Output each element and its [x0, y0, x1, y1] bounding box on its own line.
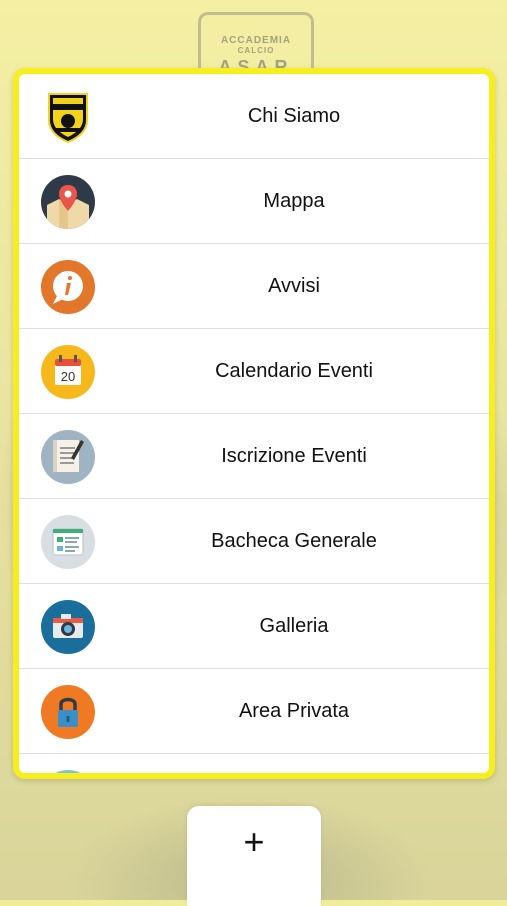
menu-item-partial[interactable] [19, 754, 489, 773]
menu-item-avvisi[interactable]: Avvisi [19, 244, 489, 329]
menu-item-label: Avvisi [268, 274, 320, 297]
menu-item-label: Iscrizione Eventi [221, 444, 367, 467]
menu-item-label: Area Privata [238, 699, 350, 722]
menu-item-label: Mappa [263, 189, 325, 212]
lock-icon [41, 685, 95, 739]
menu-item-label: Galleria [259, 614, 329, 637]
plus-icon: + [243, 821, 265, 862]
club-logo-icon [41, 90, 95, 144]
camera-icon [41, 600, 95, 654]
menu-item-galleria[interactable]: Galleria [19, 584, 489, 669]
menu-item-chi-siamo[interactable]: Chi Siamo [19, 74, 489, 159]
calendar-icon: 20 [41, 345, 95, 399]
map-pin-icon [41, 175, 95, 229]
info-bubble-icon [41, 260, 95, 314]
add-button[interactable]: + [187, 806, 321, 906]
menu-item-bacheca-generale[interactable]: Bacheca Generale [19, 499, 489, 584]
menu-item-label: Calendario Eventi [215, 359, 373, 382]
partial-icon [41, 770, 95, 773]
board-icon [41, 515, 95, 569]
menu-panel: Chi Siamo Mappa Avvisi 20 Calendario Eve… [13, 68, 495, 779]
crest-line2: CALCIO [237, 46, 275, 55]
menu-item-area-privata[interactable]: Area Privata [19, 669, 489, 754]
crest-line1: ACCADEMIA [220, 35, 292, 46]
menu-item-label: Bacheca Generale [211, 529, 377, 552]
document-pen-icon [41, 430, 95, 484]
calendar-day-text: 20 [61, 369, 75, 384]
menu-item-calendario-eventi[interactable]: 20 Calendario Eventi [19, 329, 489, 414]
menu-item-iscrizione-eventi[interactable]: Iscrizione Eventi [19, 414, 489, 499]
menu-item-label: Chi Siamo [247, 104, 341, 127]
menu-item-mappa[interactable]: Mappa [19, 159, 489, 244]
